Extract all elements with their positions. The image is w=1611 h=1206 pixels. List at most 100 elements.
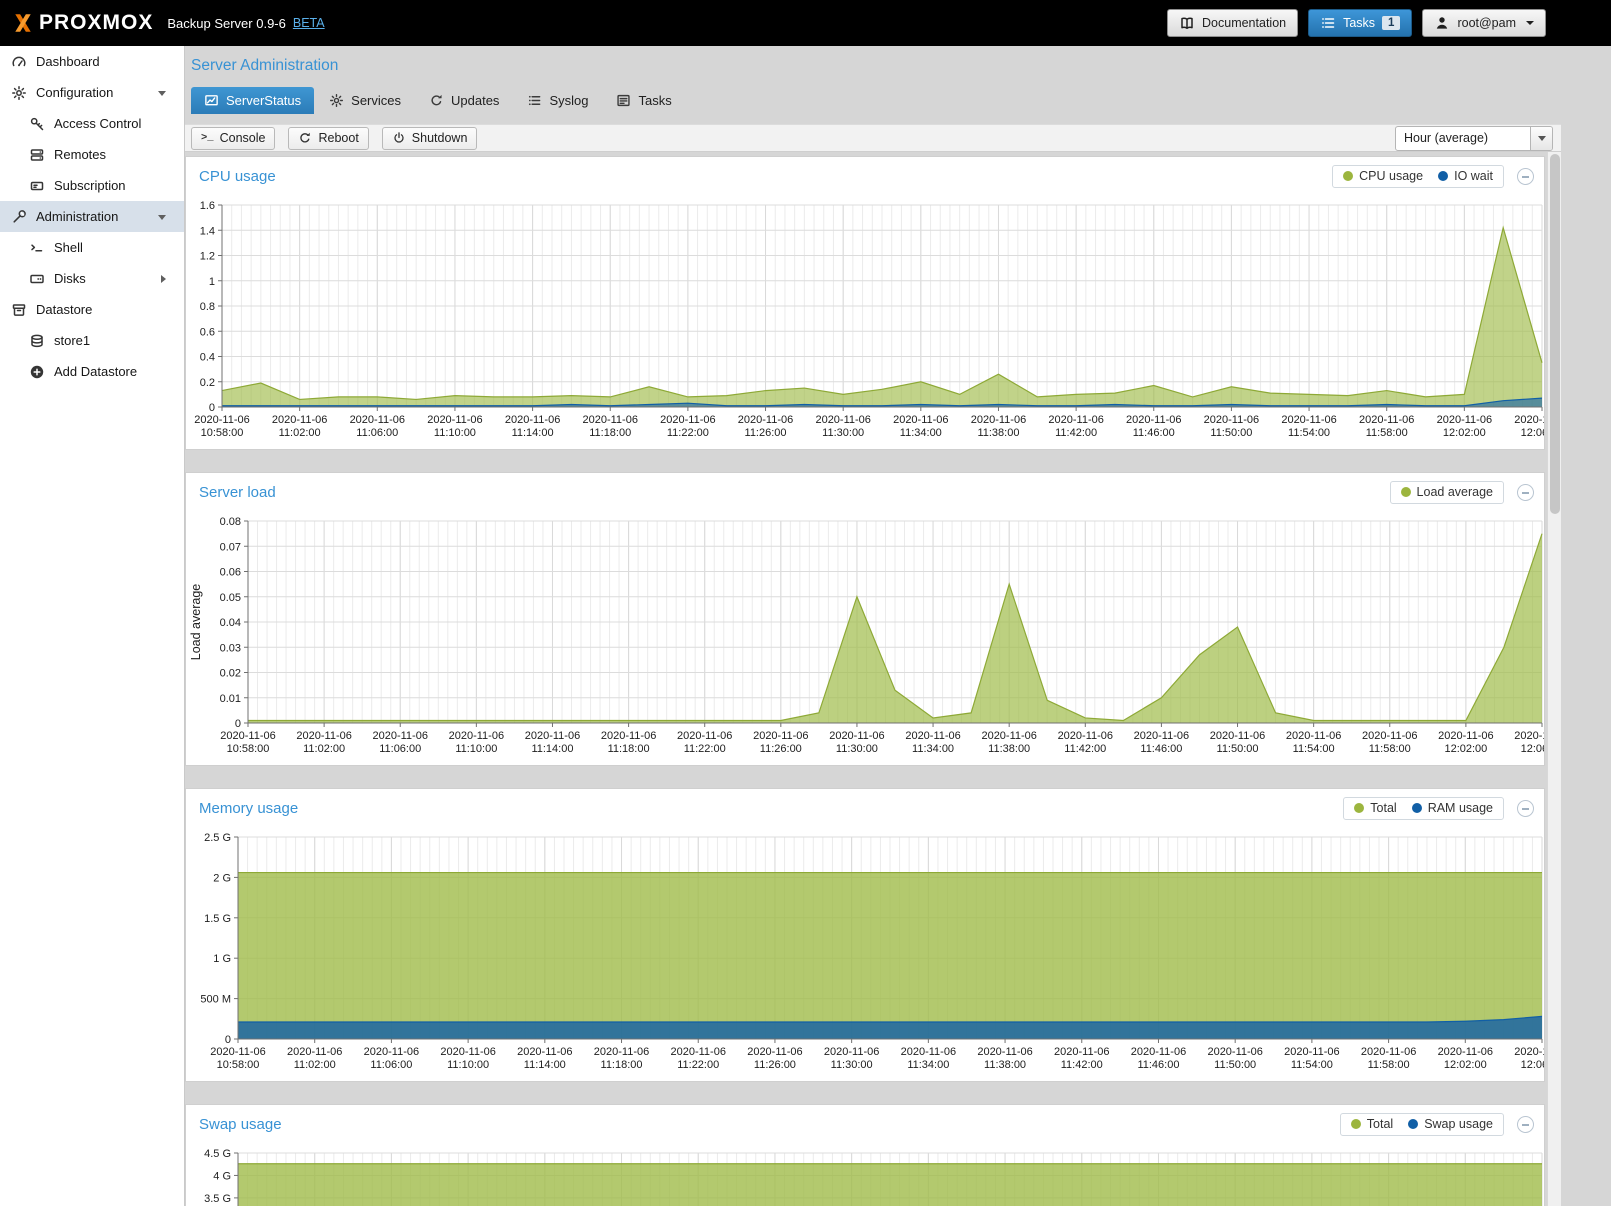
- svg-text:2020-11-06: 2020-11-06: [815, 414, 870, 426]
- scrollbar-thumb[interactable]: [1550, 154, 1560, 514]
- svg-text:11:38:00: 11:38:00: [988, 743, 1030, 755]
- legend-dot: [1354, 803, 1364, 813]
- svg-text:2020-11-06: 2020-11-06: [1361, 1046, 1416, 1058]
- svg-text:11:38:00: 11:38:00: [984, 1059, 1026, 1071]
- svg-text:11:14:00: 11:14:00: [531, 743, 573, 755]
- svg-text:4 G: 4 G: [213, 1170, 231, 1182]
- tasks-icon: [1320, 15, 1336, 31]
- sidebar-item-add-datastore[interactable]: Add Datastore: [0, 356, 184, 387]
- sidebar-item-disks[interactable]: Disks: [0, 263, 184, 294]
- svg-text:11:02:00: 11:02:00: [294, 1059, 336, 1071]
- timeframe-select[interactable]: Hour (average): [1395, 126, 1553, 151]
- beta-link[interactable]: BETA: [293, 16, 325, 30]
- svg-text:11:26:00: 11:26:00: [760, 743, 802, 755]
- tab-bar: ServerStatus Services Updates Syslog: [185, 87, 1561, 114]
- legend-label: CPU usage: [1359, 169, 1423, 183]
- reboot-button[interactable]: Reboot: [288, 127, 368, 150]
- user-menu-button[interactable]: root@pam: [1422, 9, 1546, 37]
- reboot-icon: [298, 131, 312, 145]
- legend-dot: [1351, 1119, 1361, 1129]
- svg-text:10:58:00: 10:58:00: [201, 427, 244, 439]
- collapse-panel-icon[interactable]: [1517, 484, 1534, 501]
- svg-text:11:42:00: 11:42:00: [1064, 743, 1106, 755]
- cpu-usage-chart: 2020-11-0610:58:002020-11-0611:02:002020…: [186, 195, 1544, 449]
- sidebar-item-dashboard[interactable]: Dashboard: [0, 46, 184, 77]
- svg-text:2020-11-06: 2020-11-06: [1126, 414, 1181, 426]
- sidebar-item-administration[interactable]: Administration: [0, 201, 184, 232]
- sidebar-item-configuration[interactable]: Configuration: [0, 77, 184, 108]
- svg-text:Load average: Load average: [189, 584, 203, 661]
- vertical-scrollbar[interactable]: [1547, 152, 1561, 1206]
- svg-text:2020-11-06: 2020-11-06: [601, 730, 656, 742]
- documentation-button[interactable]: Documentation: [1167, 9, 1298, 37]
- sidebar-item-datastore[interactable]: Datastore: [0, 294, 184, 325]
- legend-label: Total: [1367, 1117, 1393, 1131]
- svg-text:0: 0: [235, 718, 241, 730]
- shutdown-button[interactable]: Shutdown: [382, 127, 478, 150]
- svg-text:12:06:00: 12:06:00: [1521, 1059, 1544, 1071]
- plus-circle-icon: [28, 364, 45, 380]
- svg-text:11:50:00: 11:50:00: [1214, 1059, 1256, 1071]
- svg-text:1.2: 1.2: [200, 251, 215, 263]
- terminal-prompt-icon: >_: [201, 132, 214, 144]
- brand-text: PROXMOX: [39, 11, 153, 35]
- collapse-panel-icon[interactable]: [1517, 800, 1534, 817]
- sidebar-item-store1[interactable]: store1: [0, 325, 184, 356]
- refresh-icon: [429, 93, 444, 108]
- chevron-down-icon: [1526, 21, 1534, 25]
- expand-arrow-icon[interactable]: [161, 275, 166, 283]
- tab-serverstatus[interactable]: ServerStatus: [191, 87, 314, 114]
- tab-updates[interactable]: Updates: [416, 87, 512, 114]
- svg-text:2020-11-06: 2020-11-06: [350, 414, 405, 426]
- svg-text:10:58:00: 10:58:00: [227, 743, 270, 755]
- tasks-button[interactable]: Tasks 1: [1308, 9, 1412, 37]
- sidebar-item-label: Datastore: [36, 302, 92, 317]
- svg-text:2020-11-06: 2020-11-06: [893, 414, 948, 426]
- tab-syslog[interactable]: Syslog: [514, 87, 601, 114]
- svg-text:2020-11-06: 2020-11-06: [583, 414, 638, 426]
- svg-text:0.2: 0.2: [200, 377, 215, 389]
- svg-text:11:18:00: 11:18:00: [608, 743, 650, 755]
- tab-services[interactable]: Services: [316, 87, 414, 114]
- sidebar-item-label: Disks: [54, 271, 86, 286]
- sidebar-item-remotes[interactable]: Remotes: [0, 139, 184, 170]
- svg-text:2020-11-06: 2020-11-06: [1058, 730, 1113, 742]
- legend-label: Total: [1370, 801, 1396, 815]
- svg-text:12:06:00: 12:06:00: [1521, 743, 1544, 755]
- svg-text:11:18:00: 11:18:00: [601, 1059, 643, 1071]
- svg-text:11:54:00: 11:54:00: [1288, 427, 1330, 439]
- tab-tasks[interactable]: Tasks: [603, 87, 684, 114]
- collapse-panel-icon[interactable]: [1517, 1116, 1534, 1133]
- svg-text:2020-11-06: 2020-11-06: [981, 730, 1036, 742]
- sidebar-item-subscription[interactable]: Subscription: [0, 170, 184, 201]
- collapse-arrow-icon[interactable]: [158, 91, 166, 96]
- collapse-arrow-icon[interactable]: [158, 215, 166, 220]
- svg-text:0.4: 0.4: [200, 352, 215, 364]
- legend-dot: [1438, 171, 1448, 181]
- console-button[interactable]: >_ Console: [191, 127, 275, 150]
- svg-text:11:02:00: 11:02:00: [279, 427, 321, 439]
- sidebar-item-label: Subscription: [54, 178, 126, 193]
- svg-text:11:46:00: 11:46:00: [1140, 743, 1182, 755]
- combo-trigger-icon[interactable]: [1530, 127, 1552, 150]
- panel-title: Swap usage: [199, 1116, 282, 1133]
- server-icon: [28, 147, 45, 163]
- svg-text:2020-11-06: 2020-11-06: [449, 730, 504, 742]
- svg-text:11:22:00: 11:22:00: [677, 1059, 719, 1071]
- collapse-panel-icon[interactable]: [1517, 168, 1534, 185]
- sidebar-item-label: Remotes: [54, 147, 106, 162]
- svg-text:2020-11-06: 2020-11-06: [1207, 1046, 1262, 1058]
- legend-item: Total: [1354, 801, 1396, 815]
- svg-text:500 M: 500 M: [200, 994, 231, 1006]
- svg-text:11:34:00: 11:34:00: [900, 427, 942, 439]
- sidebar-item-shell[interactable]: Shell: [0, 232, 184, 263]
- svg-text:2.5 G: 2.5 G: [204, 832, 231, 844]
- svg-text:2020-11-06: 2020-11-06: [272, 414, 327, 426]
- svg-text:11:58:00: 11:58:00: [1366, 427, 1408, 439]
- svg-text:11:58:00: 11:58:00: [1369, 743, 1411, 755]
- svg-text:2020-11-06: 2020-11-06: [594, 1046, 649, 1058]
- svg-text:11:46:00: 11:46:00: [1137, 1059, 1179, 1071]
- page-title: Server Administration: [185, 46, 1561, 87]
- svg-text:0.01: 0.01: [220, 693, 241, 705]
- sidebar-item-access-control[interactable]: Access Control: [0, 108, 184, 139]
